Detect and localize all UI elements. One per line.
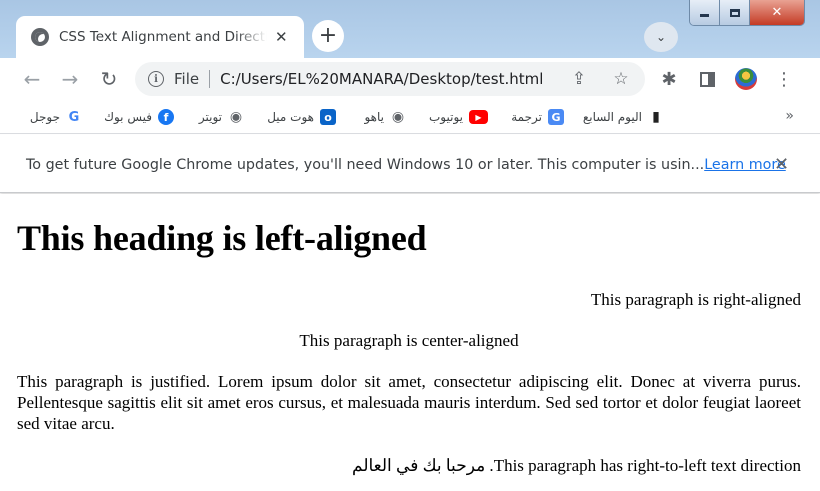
extensions-icon[interactable]: ✱ [656, 66, 682, 92]
google-icon: G [66, 109, 82, 125]
bookmark-label: تويتر [198, 110, 222, 124]
chevron-down-icon: ⌄ [655, 30, 667, 44]
reload-button[interactable]: ↻ [94, 64, 124, 94]
globe-icon: ◉ [228, 109, 244, 125]
title-bar: CSS Text Alignment and Direction ✕ + ⌄ ✕ [0, 0, 820, 58]
arrow-right-icon: → [61, 67, 79, 91]
maximize-button[interactable] [720, 0, 750, 25]
avatar-icon [735, 68, 757, 90]
rtl-paragraph: This paragraph has right-to-left text di… [352, 456, 801, 475]
maximize-icon [729, 8, 740, 17]
bookmark-label: فيس بوك [104, 110, 152, 124]
bookmark-label: ترجمة [511, 110, 542, 124]
tab-close-icon[interactable]: ✕ [275, 28, 288, 46]
share-icon[interactable]: ⇪ [567, 67, 591, 91]
bookmark-label: اليوم السابع [582, 110, 642, 124]
address-bar[interactable]: i File C:/Users/EL%20MANARA/Desktop/test… [135, 62, 645, 96]
menu-icon[interactable]: ⋮ [771, 66, 797, 92]
update-infobar: To get future Google Chrome updates, you… [0, 135, 820, 193]
news-icon: ▮ [648, 109, 664, 125]
page-content: This heading is left-aligned This paragr… [0, 194, 820, 491]
reload-icon: ↻ [100, 67, 118, 91]
back-button[interactable]: ← [17, 64, 47, 94]
url-scheme: File [174, 70, 200, 88]
bookmark-label: جوجل [29, 110, 60, 124]
facebook-icon: f [158, 109, 174, 125]
bookmark-label: هوت ميل [267, 110, 314, 124]
infobar-text: To get future Google Chrome updates, you… [26, 157, 705, 173]
side-panel-button[interactable] [694, 66, 720, 92]
globe-icon [31, 28, 49, 46]
bookmark-yahoo[interactable]: ◉ ياهو [364, 107, 406, 127]
profile-button[interactable] [733, 66, 759, 92]
bookmark-hotmail[interactable]: o هوت ميل [267, 107, 336, 127]
bookmarks-bar: G جوجل f فيس بوك ◉ تويتر o هوت ميل ◉ ياه… [0, 100, 820, 134]
bookmarks-overflow-icon[interactable]: » [785, 108, 793, 124]
close-window-button[interactable]: ✕ [750, 0, 804, 25]
bookmark-youtube[interactable]: ▶ يوتيوب [429, 107, 488, 127]
bookmark-youm7[interactable]: ▮ اليوم السابع [583, 107, 664, 127]
info-icon[interactable]: i [148, 71, 164, 87]
side-panel-icon [699, 71, 715, 87]
close-icon: ✕ [771, 5, 783, 20]
forward-button[interactable]: → [55, 64, 85, 94]
toolbar: ← → ↻ i File C:/Users/EL%20MANARA/Deskto… [0, 58, 820, 100]
minimize-icon [700, 14, 709, 17]
bookmark-twitter[interactable]: ◉ تويتر [199, 107, 244, 127]
translate-icon: G [548, 109, 564, 125]
bookmark-google[interactable]: G جوجل [30, 107, 82, 127]
window-controls: ✕ [689, 0, 805, 26]
url-text[interactable]: C:/Users/EL%20MANARA/Desktop/test.html [220, 70, 543, 88]
bookmark-facebook[interactable]: f فيس بوك [104, 107, 174, 127]
bookmark-label: ياهو [364, 110, 384, 124]
star-icon[interactable]: ☆ [609, 67, 633, 91]
omnibox-divider [209, 70, 211, 88]
tab-search-button[interactable]: ⌄ [644, 22, 678, 52]
bookmark-translate[interactable]: G ترجمة [511, 107, 564, 127]
globe-icon: ◉ [390, 109, 406, 125]
page-heading: This heading is left-aligned [17, 218, 427, 258]
new-tab-button[interactable]: + [312, 20, 344, 52]
infobar-message: To get future Google Chrome updates, you… [26, 157, 786, 173]
bookmark-label: يوتيوب [429, 110, 463, 124]
arrow-left-icon: ← [23, 67, 41, 91]
minimize-button[interactable] [690, 0, 720, 25]
right-aligned-paragraph: This paragraph is right-aligned [590, 290, 801, 309]
infobar-close-icon[interactable]: ✕ [774, 154, 789, 175]
tab-active[interactable]: CSS Text Alignment and Direction ✕ [16, 16, 304, 58]
tab-title: CSS Text Alignment and Direction [59, 29, 267, 45]
outlook-icon: o [320, 109, 336, 125]
center-aligned-paragraph: This paragraph is center-aligned [299, 331, 519, 350]
justified-paragraph: This paragraph is justified. Lorem ipsum… [17, 372, 801, 433]
youtube-icon: ▶ [469, 110, 488, 124]
